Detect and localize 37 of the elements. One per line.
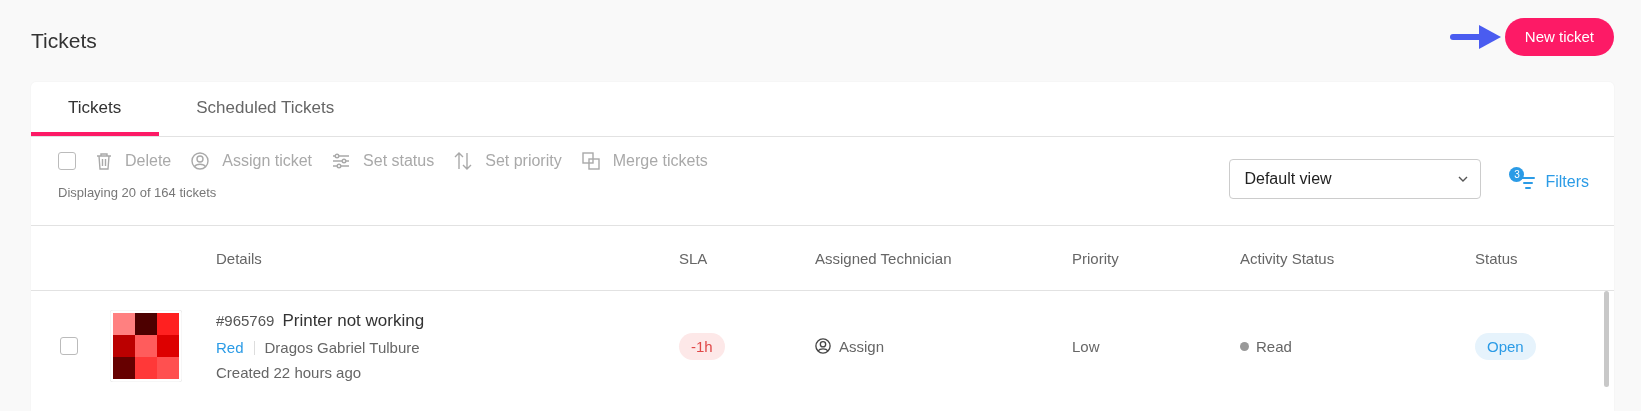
trash-icon: [96, 152, 112, 170]
arrow-icon: [1448, 23, 1503, 50]
user-icon: [815, 338, 831, 354]
sort-icon: [454, 152, 473, 170]
scrollbar[interactable]: [1604, 291, 1609, 387]
user-icon: [191, 152, 210, 170]
new-ticket-button[interactable]: New ticket: [1504, 17, 1614, 56]
tab[interactable]: Scheduled Tickets: [159, 82, 373, 136]
column-header: Priority: [1072, 249, 1120, 267]
status-badge: Open: [1475, 332, 1536, 360]
tab[interactable]: Tickets: [31, 82, 160, 136]
avatar-icon: [110, 310, 182, 382]
requester-name: Dragos Gabriel Tulbure: [264, 339, 420, 356]
activity-status: Read: [1256, 337, 1292, 355]
column-header: Status: [1475, 249, 1519, 267]
filters-button[interactable]: 3 Filters: [1507, 163, 1589, 195]
status-dot-icon: [1240, 341, 1249, 351]
ticket-title[interactable]: Printer not working: [282, 311, 425, 331]
group-link[interactable]: Red: [216, 339, 244, 356]
view-select[interactable]: Default view: [1229, 159, 1482, 199]
page-title: Tickets: [31, 29, 97, 53]
column-header: SLA: [679, 249, 709, 267]
checkbox[interactable]: [60, 337, 78, 355]
created-time: Created 22 hours ago: [216, 364, 363, 381]
filter-count-badge: 3: [1509, 166, 1525, 182]
ticket-count: Displaying 20 of 164 tickets: [58, 185, 218, 200]
column-header: Activity Status: [1240, 249, 1336, 267]
assign-button[interactable]: Assign: [815, 337, 885, 355]
merge-icon: [581, 152, 600, 170]
sliders-icon: [332, 153, 351, 169]
checkbox[interactable]: [58, 152, 76, 170]
sla-badge: -1h: [679, 332, 725, 360]
column-header: Assigned Technician: [815, 249, 953, 267]
chevron-down-icon: [1458, 176, 1469, 182]
ticket-id: #965769: [216, 312, 275, 329]
column-header: Details: [216, 249, 263, 267]
priority-text: Low: [1072, 337, 1101, 355]
